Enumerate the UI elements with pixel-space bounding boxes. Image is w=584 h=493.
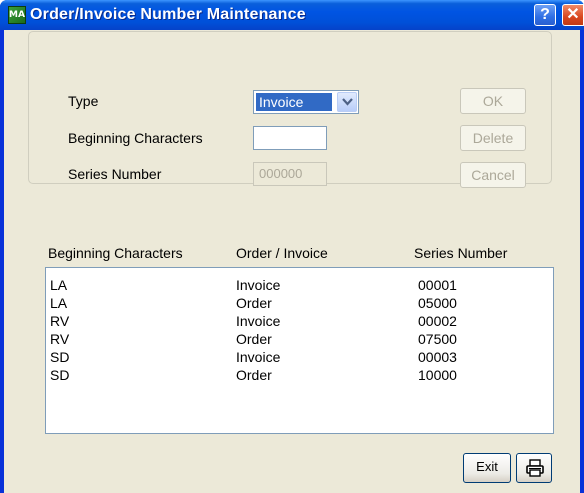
row-type: Invoice bbox=[236, 349, 281, 365]
list-item[interactable]: SD Order 10000 bbox=[46, 366, 553, 384]
row-type: Order bbox=[236, 367, 272, 383]
exit-button[interactable]: Exit bbox=[463, 453, 511, 483]
column-header-order-invoice: Order / Invoice bbox=[236, 245, 328, 261]
beginning-characters-label: Beginning Characters bbox=[68, 130, 203, 146]
row-series: 00003 bbox=[418, 349, 457, 365]
row-type: Order bbox=[236, 295, 272, 311]
printer-icon bbox=[526, 459, 544, 477]
row-chars: LA bbox=[50, 295, 68, 311]
series-number-input[interactable]: 000000 bbox=[253, 162, 327, 186]
series-number-label: Series Number bbox=[68, 166, 162, 182]
beginning-characters-input[interactable] bbox=[253, 126, 327, 150]
column-header-series-number: Series Number bbox=[414, 245, 508, 261]
title-bar[interactable]: MA Order/Invoice Number Maintenance ? ✕ bbox=[0, 0, 584, 30]
row-chars: RV bbox=[50, 331, 70, 347]
cancel-button[interactable]: Cancel bbox=[460, 162, 526, 188]
ok-button[interactable]: OK bbox=[460, 88, 526, 114]
list-item[interactable]: LA Order 05000 bbox=[46, 294, 553, 312]
list-item[interactable]: LA Invoice 00001 bbox=[46, 276, 553, 294]
row-series: 07500 bbox=[418, 331, 457, 347]
column-header-beginning-characters: Beginning Characters bbox=[48, 245, 183, 261]
chevron-down-icon[interactable] bbox=[337, 92, 357, 112]
type-select[interactable]: Invoice bbox=[253, 90, 359, 114]
number-list[interactable]: LA Invoice 00001 LA Order 05000 RV Invoi… bbox=[45, 267, 554, 434]
row-type: Invoice bbox=[236, 313, 281, 329]
row-series: 05000 bbox=[418, 295, 457, 311]
list-item[interactable]: SD Invoice 00003 bbox=[46, 348, 553, 366]
row-type: Order bbox=[236, 331, 272, 347]
row-series: 10000 bbox=[418, 367, 457, 383]
close-button[interactable]: ✕ bbox=[562, 4, 584, 26]
row-chars: RV bbox=[50, 313, 70, 329]
row-chars: SD bbox=[50, 349, 70, 365]
row-chars: SD bbox=[50, 367, 70, 383]
list-item[interactable]: RV Order 07500 bbox=[46, 330, 553, 348]
type-label: Type bbox=[68, 93, 99, 109]
row-chars: LA bbox=[50, 277, 68, 293]
row-series: 00001 bbox=[418, 277, 457, 293]
window-title: Order/Invoice Number Maintenance bbox=[30, 6, 306, 23]
list-item[interactable]: RV Invoice 00002 bbox=[46, 312, 553, 330]
help-button[interactable]: ? bbox=[534, 4, 556, 26]
row-type: Invoice bbox=[236, 277, 281, 293]
app-icon: MA bbox=[8, 6, 26, 24]
print-button[interactable] bbox=[516, 453, 552, 483]
type-select-value: Invoice bbox=[256, 93, 332, 111]
delete-button[interactable]: Delete bbox=[460, 125, 526, 151]
row-series: 00002 bbox=[418, 313, 457, 329]
